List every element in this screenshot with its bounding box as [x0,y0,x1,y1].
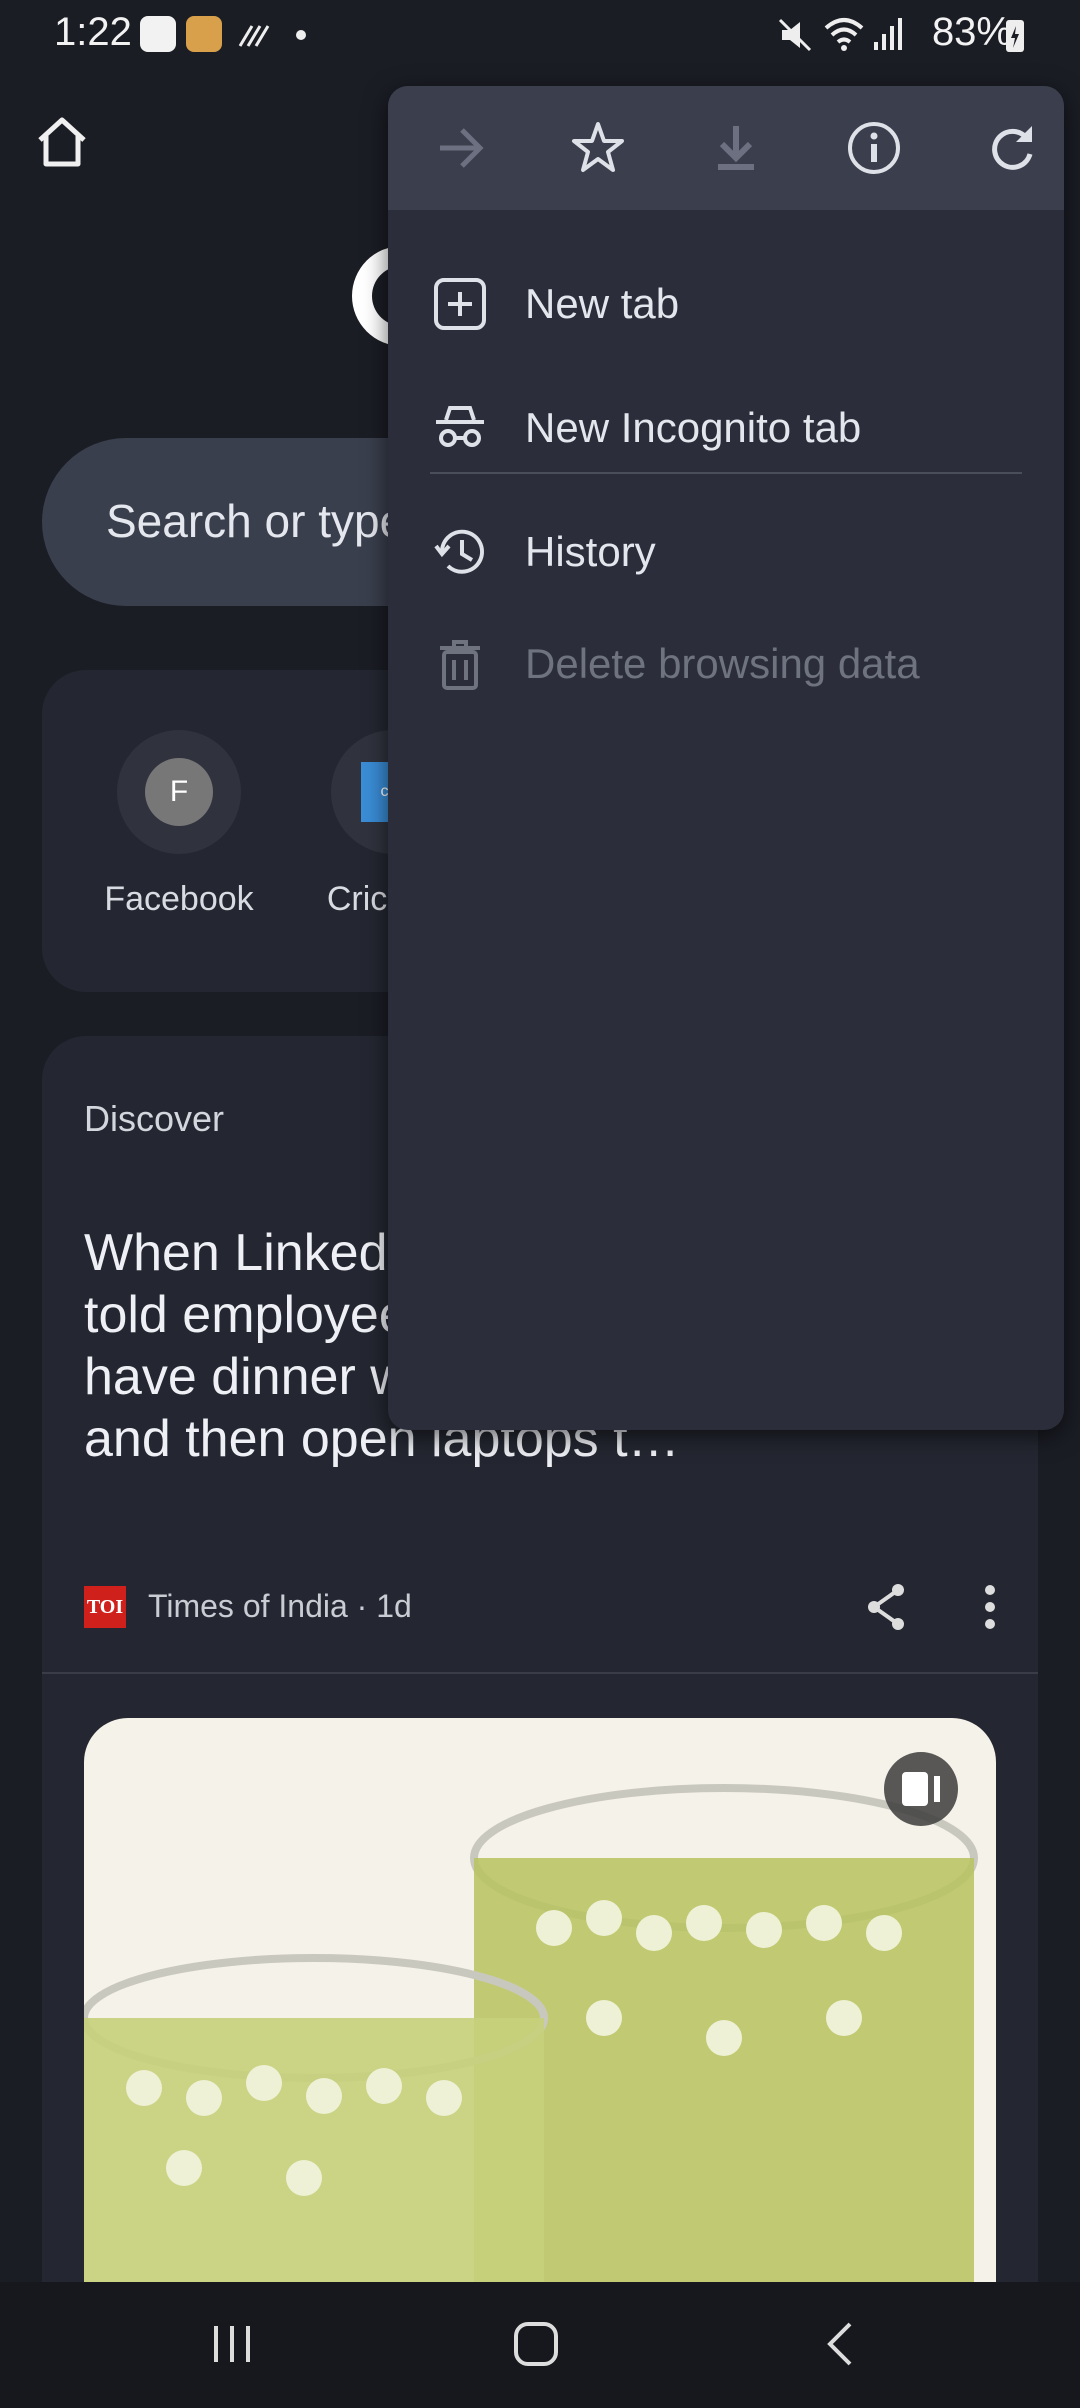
menu-item-label: New Incognito tab [525,404,862,451]
reload-icon[interactable] [982,118,1042,178]
status-time: 1:22 [54,10,132,54]
system-nav-bar [0,2282,1080,2408]
shortcut-facebook[interactable]: F Facebook [84,730,274,919]
overflow-menu: New tab New Incognito tab History Delete… [388,86,1064,1430]
toi-logo: TOI [84,1586,126,1628]
bookmark-star-icon[interactable] [568,118,628,178]
battery-icon [1006,20,1024,52]
menu-item-delete-browsing-data[interactable]: Delete browsing data [388,608,1064,718]
home-nav-icon[interactable] [512,2320,560,2368]
shortcut-label: Facebook [104,880,254,918]
menu-item-new-incognito-tab[interactable]: New Incognito tab [388,372,1064,482]
skype-icon [140,16,176,52]
share-icon[interactable] [864,1582,910,1632]
app-notification-icon [186,16,222,52]
status-bar: 1:22 83% [0,0,1080,70]
recent-apps-icon[interactable] [210,2322,254,2366]
info-icon[interactable] [844,118,904,178]
menu-item-label: History [525,528,656,575]
menu-item-new-tab[interactable]: New tab [388,248,1064,358]
more-notifications-dot [296,30,306,40]
new-tab-icon [434,278,486,330]
forward-icon[interactable] [432,118,492,178]
video-badge-icon [884,1752,958,1826]
download-icon[interactable] [706,118,766,178]
menu-separator [430,472,1022,474]
activity-icon [238,25,270,47]
mute-icon [778,18,812,52]
incognito-icon [436,406,484,447]
signal-icon [874,18,902,50]
trash-icon [440,640,480,690]
feed-divider [42,1672,1038,1674]
facebook-letter-icon: F [145,758,213,826]
back-nav-icon[interactable] [822,2320,856,2368]
menu-item-history[interactable]: History [388,496,1064,606]
battery-percent: 83% [931,10,1012,54]
article-source-row: TOI Times of India · 1d [84,1582,996,1632]
menu-item-label: Delete browsing data [525,640,920,687]
menu-item-label: New tab [525,280,680,327]
article-source: Times of India · 1d [148,1588,412,1624]
wifi-icon [824,18,864,51]
menu-toolbar [388,86,1064,210]
more-vert-icon[interactable] [984,1582,996,1632]
history-icon [434,529,484,574]
discover-title: Discover [84,1098,225,1139]
home-icon[interactable] [32,112,92,172]
